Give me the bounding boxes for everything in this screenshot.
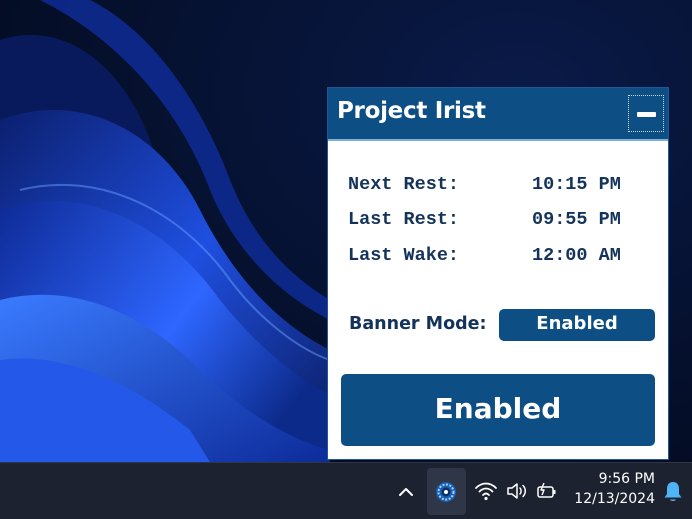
taskbar-clock[interactable]: 9:56 PM 12/13/2024 [565,469,665,509]
next-rest-value: 10:15 PM [532,174,621,195]
last-rest-label: Last Rest: [348,209,460,230]
taskbar: 9:56 PM 12/13/2024 [0,462,692,519]
main-enable-toggle[interactable]: Enabled [341,374,655,446]
banner-mode-label: Banner Mode: [349,314,487,334]
clock-date: 12/13/2024 [574,491,655,507]
minimize-icon [637,112,656,117]
last-rest-row: Last Rest: 09:55 PM [348,209,648,233]
banner-mode-toggle[interactable]: Enabled [499,309,655,341]
project-irist-tray-button[interactable] [427,468,466,515]
volume-icon[interactable] [505,480,529,502]
next-rest-row: Next Rest: 10:15 PM [348,174,648,198]
last-wake-label: Last Wake: [348,245,460,266]
next-rest-label: Next Rest: [348,174,460,195]
minimize-button[interactable] [628,95,664,132]
battery-icon[interactable] [535,480,559,502]
last-wake-value: 12:00 AM [532,245,621,266]
last-wake-row: Last Wake: 12:00 AM [348,245,648,269]
title-bar: Project Irist [328,88,668,141]
notification-bell-icon[interactable] [662,480,684,504]
app-title: Project Irist [337,98,486,124]
clock-time: 9:56 PM [598,471,655,487]
project-irist-window: Project Irist Next Rest: 10:15 PM Last R… [327,87,669,460]
chevron-up-icon[interactable] [396,482,416,502]
project-irist-tray-icon [436,482,456,502]
last-rest-value: 09:55 PM [532,209,621,230]
wifi-icon[interactable] [474,480,498,502]
